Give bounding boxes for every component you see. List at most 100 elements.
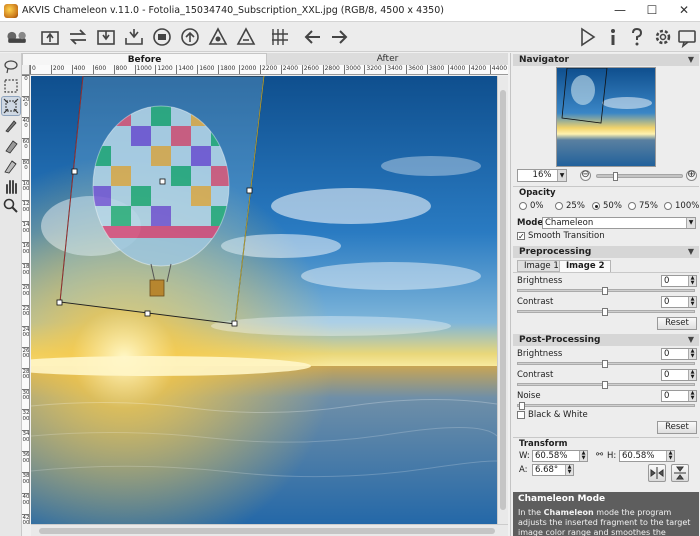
info-icon[interactable] (602, 26, 624, 48)
width-input[interactable]: 60.58% ▲ ▼ (532, 450, 588, 462)
help-body: In the Chameleon mode the program adjust… (518, 508, 696, 536)
main-toolbar (0, 22, 700, 52)
v-ruler-tick: 3400 (22, 430, 29, 443)
v-ruler-label: 4000 (22, 494, 30, 506)
post-brightness-slider[interactable] (517, 360, 695, 368)
angle-input[interactable]: 6.68° ▲ ▼ (532, 464, 574, 476)
pre-contrast-slider[interactable] (517, 308, 695, 316)
tab-after[interactable]: After (267, 53, 508, 65)
save-icon[interactable] (95, 26, 117, 48)
zoom-icon[interactable] (2, 197, 20, 215)
tab-image-2[interactable]: Image 2 (559, 260, 612, 272)
post-noise-input[interactable]: 0 ▲ ▼ (661, 390, 697, 402)
opacity-radio-100[interactable] (664, 202, 672, 210)
minimize-button[interactable]: — (604, 0, 636, 22)
v-ruler-tick: 2400 (22, 325, 29, 338)
pre-contrast-input[interactable]: 0 ▲ ▼ (661, 296, 697, 308)
close-button[interactable]: ✕ (668, 0, 700, 22)
fragment-alt-icon[interactable] (235, 26, 257, 48)
post-contrast-input[interactable]: 0 ▲ ▼ (661, 369, 697, 381)
pre-reset-button[interactable]: Reset (657, 317, 697, 330)
hand-icon[interactable] (2, 177, 20, 195)
opacity-radio-0[interactable] (519, 202, 527, 210)
swap-icon[interactable] (67, 26, 89, 48)
collapse-chevron-icon[interactable]: ▼ (688, 54, 694, 66)
flip-vertical-button[interactable] (671, 464, 689, 482)
selection-lasso-icon[interactable] (2, 57, 20, 75)
opacity-radio-75[interactable] (628, 202, 636, 210)
home-icon[interactable] (6, 26, 36, 48)
navigator-title: Navigator (519, 55, 569, 65)
ruler-corner (22, 65, 30, 75)
grid-icon[interactable] (269, 26, 291, 48)
fragment-icon[interactable] (207, 26, 229, 48)
zoom-slider[interactable] (596, 172, 683, 181)
link-aspect-icon[interactable]: ⚯ (596, 450, 603, 460)
post-noise-slider[interactable] (517, 402, 695, 410)
mode-select[interactable]: Chameleon ▼ (542, 217, 696, 229)
opacity-radio-50[interactable] (592, 202, 600, 210)
h-ruler-tick: 1800 (218, 65, 235, 74)
h-ruler-tick: 1200 (155, 65, 173, 74)
postprocessing-header[interactable]: Post-Processing ▼ (513, 334, 699, 346)
post-noise-value: 0 (664, 391, 670, 401)
opacity-radio-25[interactable] (555, 202, 563, 210)
width-label: W: (519, 451, 530, 461)
h-ruler-tick: 3800 (427, 65, 444, 74)
v-ruler-label: 3400 (22, 431, 30, 443)
eraser-icon[interactable] (2, 137, 20, 155)
brush-icon[interactable] (2, 117, 20, 135)
smooth-transition-checkbox[interactable]: ✓ (517, 232, 525, 241)
settings-panel: Navigator ▼ 16% ▼ ⊖ ⊕ Opacity 0% 25% 50% 75… (510, 53, 700, 536)
transform-icon[interactable] (1, 96, 21, 116)
maximize-button[interactable]: ☐ (636, 0, 668, 22)
v-ruler-tick: 800 (22, 158, 29, 171)
navigator-preview[interactable] (556, 67, 656, 167)
zoom-out-button[interactable]: ⊖ (580, 170, 591, 181)
postprocessing-title: Post-Processing (519, 335, 601, 345)
settings-icon[interactable] (652, 26, 674, 48)
h-ruler-tick: 1600 (197, 65, 214, 74)
help-icon[interactable] (626, 26, 648, 48)
post-reset-button[interactable]: Reset (657, 421, 697, 434)
rectangle-select-icon[interactable] (2, 77, 20, 95)
run-icon[interactable] (576, 26, 598, 48)
preprocessing-header[interactable]: Preprocessing ▼ (513, 246, 699, 258)
pre-brightness-slider[interactable] (517, 287, 695, 295)
v-ruler-label: 400 (22, 117, 30, 130)
black-white-checkbox[interactable] (517, 411, 525, 419)
height-input[interactable]: 60.58% ▲ ▼ (619, 450, 675, 462)
post-brightness-input[interactable]: 0 ▲ ▼ (661, 348, 697, 360)
pre-contrast-value: 0 (664, 297, 670, 307)
share-icon[interactable] (179, 26, 201, 48)
h-ruler-tick: 2800 (322, 65, 340, 74)
undo-icon[interactable] (302, 26, 324, 48)
print-icon[interactable] (151, 26, 173, 48)
chevron-down-icon[interactable]: ▼ (557, 170, 566, 181)
redo-icon[interactable] (328, 26, 350, 48)
flip-horizontal-button[interactable] (648, 464, 666, 482)
v-ruler-label: 600 (22, 138, 30, 151)
navigator-header[interactable]: Navigator ▼ (513, 54, 699, 66)
help-title: Chameleon Mode (518, 494, 606, 504)
collapse-chevron-icon[interactable]: ▼ (688, 246, 694, 258)
canvas-horizontal-scrollbar[interactable] (31, 524, 508, 536)
h-ruler-tick: 4200 (468, 65, 486, 74)
collapse-chevron-icon[interactable]: ▼ (688, 334, 694, 346)
open-icon[interactable] (39, 26, 61, 48)
h-ruler-tick: 2400 (280, 65, 298, 74)
canvas-vertical-scrollbar[interactable] (497, 76, 508, 524)
post-contrast-slider[interactable] (517, 381, 695, 389)
pencil-eraser-icon[interactable] (2, 157, 20, 175)
v-ruler-tick: 2200 (22, 304, 29, 317)
feedback-icon[interactable] (676, 26, 698, 48)
zoom-in-button[interactable]: ⊕ (686, 170, 697, 181)
zoom-select[interactable]: 16% ▼ (517, 169, 567, 182)
opacity-option-label: 50% (603, 201, 622, 211)
v-ruler-label: 2800 (22, 368, 30, 381)
pre-brightness-input[interactable]: 0 ▲ ▼ (661, 275, 697, 287)
export-icon[interactable] (123, 26, 145, 48)
chevron-down-icon[interactable]: ▼ (686, 218, 695, 228)
image-canvas[interactable] (31, 76, 497, 524)
tab-before[interactable]: Before (22, 53, 267, 65)
